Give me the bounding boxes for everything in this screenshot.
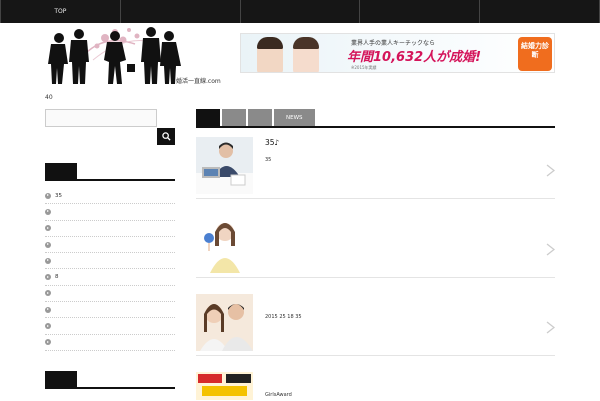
post-excerpt: 2015 25 18 35 bbox=[265, 314, 302, 320]
nav-item-5[interactable] bbox=[479, 0, 600, 23]
tab-news[interactable]: NEWS bbox=[274, 109, 315, 126]
search-icon bbox=[161, 132, 171, 141]
sidebar-heading-recent bbox=[45, 163, 175, 181]
post-title[interactable]: 35♪ bbox=[265, 138, 279, 147]
sidebar-item[interactable] bbox=[45, 204, 175, 221]
chevron-right-icon bbox=[45, 225, 51, 232]
chevron-right-icon bbox=[45, 306, 51, 313]
chevron-right-icon bbox=[45, 192, 51, 199]
top-nav: TOP bbox=[0, 0, 600, 23]
nav-item-4[interactable] bbox=[359, 0, 479, 23]
banner-note: ※2015年実績 bbox=[351, 65, 377, 70]
sidebar-item-label: 8 bbox=[55, 274, 59, 281]
sidebar-item[interactable] bbox=[45, 318, 175, 335]
sidebar-item[interactable] bbox=[45, 335, 175, 351]
search-input[interactable] bbox=[45, 109, 157, 127]
chevron-right-icon bbox=[45, 274, 51, 281]
chevron-right-icon[interactable] bbox=[546, 243, 555, 256]
banner-cta-button[interactable]: 結婚力診断 bbox=[518, 37, 552, 71]
logo-caption: 婚活一直線.com bbox=[176, 78, 221, 85]
tab-3[interactable] bbox=[248, 109, 272, 126]
post-item[interactable]: GirlsAward bbox=[196, 372, 555, 400]
tab-new[interactable] bbox=[196, 109, 220, 126]
banner-ad[interactable]: 業界人手の業人キーチックなら 年間10,632人が成婚! ※2015年実績 結婚… bbox=[240, 33, 555, 73]
chevron-right-icon bbox=[45, 339, 51, 346]
sidebar-item[interactable]: 8 bbox=[45, 269, 175, 286]
sidebar-item[interactable] bbox=[45, 286, 175, 303]
chevron-right-icon bbox=[45, 241, 51, 248]
sidebar-item[interactable] bbox=[45, 302, 175, 319]
chevron-right-icon bbox=[45, 323, 51, 330]
post-item[interactable]: 35♪ 35 bbox=[196, 137, 555, 199]
sidebar-item-label: 35 bbox=[55, 192, 62, 199]
sidebar-list: 35 8 bbox=[45, 188, 175, 351]
nav-item-2[interactable] bbox=[119, 0, 240, 23]
tab-2[interactable] bbox=[222, 109, 246, 126]
post-thumbnail[interactable] bbox=[196, 137, 253, 194]
post-thumbnail[interactable] bbox=[196, 372, 253, 400]
post-item[interactable]: 2015 25 18 35 bbox=[196, 294, 555, 356]
sidebar-item[interactable]: 35 bbox=[45, 188, 175, 205]
post-thumbnail[interactable] bbox=[196, 216, 253, 273]
chevron-right-icon bbox=[45, 290, 51, 297]
banner-headline: 年間10,632人が成婚! bbox=[347, 50, 482, 65]
sidebar-item[interactable] bbox=[45, 253, 175, 270]
banner-woman-photo bbox=[293, 37, 319, 72]
post-thumbnail[interactable] bbox=[196, 294, 253, 351]
sidebar-heading-label bbox=[45, 371, 77, 389]
content-tabs: NEWS bbox=[196, 109, 555, 128]
sidebar-item[interactable] bbox=[45, 237, 175, 254]
post-item[interactable] bbox=[196, 216, 555, 278]
site-description: 40 bbox=[45, 94, 53, 101]
nav-item-3[interactable] bbox=[239, 0, 360, 23]
chevron-right-icon[interactable] bbox=[546, 321, 555, 334]
post-excerpt: GirlsAward bbox=[265, 392, 292, 398]
sidebar-heading-2 bbox=[45, 371, 175, 389]
chevron-right-icon[interactable] bbox=[546, 164, 555, 177]
banner-man-photo bbox=[257, 37, 283, 72]
chevron-right-icon bbox=[45, 208, 51, 215]
sidebar-item[interactable] bbox=[45, 221, 175, 237]
nav-item-top[interactable]: TOP bbox=[0, 0, 120, 23]
post-excerpt: 35 bbox=[265, 157, 272, 163]
chevron-right-icon bbox=[45, 257, 51, 264]
sidebar-heading-label bbox=[45, 163, 77, 181]
search-button[interactable] bbox=[157, 128, 175, 145]
